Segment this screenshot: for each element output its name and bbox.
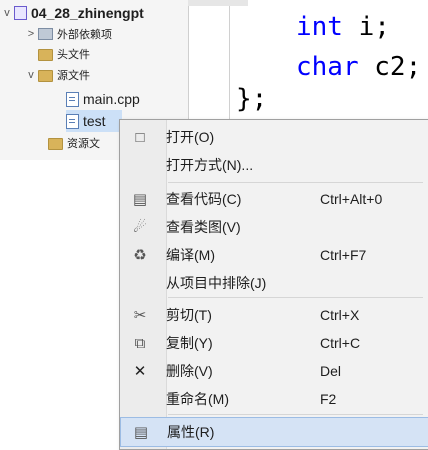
tree-row-resource-files[interactable]: 资源文 <box>48 132 100 154</box>
tree-row-project[interactable]: v 04_28_zhinengpt <box>0 2 144 24</box>
menu-item-view-class-diagram[interactable]: ☄ 查看类图(V) <box>120 212 428 242</box>
menu-item-compile[interactable]: ♻ 编译(M) Ctrl+F7 <box>120 240 428 270</box>
menu-item-shortcut: Ctrl+X <box>320 307 360 323</box>
class-diagram-icon: ☄ <box>133 219 147 236</box>
menu-item-copy[interactable]: ⧉ 复制(Y) Ctrl+C <box>120 328 428 358</box>
tree-label: 资源文 <box>67 138 100 150</box>
menu-item-shortcut: Ctrl+F7 <box>320 247 367 263</box>
menu-item-properties[interactable]: ▤ 属性(R) <box>120 417 428 447</box>
menu-item-view-code[interactable]: ▤ 查看代码(C) Ctrl+Alt+0 <box>120 184 428 214</box>
keyword: int <box>296 12 343 42</box>
cpp-file-icon <box>66 91 79 107</box>
project-icon <box>14 6 27 20</box>
menu-item-shortcut: Ctrl+Alt+0 <box>320 191 383 207</box>
tree-row-external-deps[interactable]: > 外部依赖项 <box>24 23 112 45</box>
compile-icon: ♻ <box>133 247 147 264</box>
menu-item-label: 重命名(M) <box>166 391 229 407</box>
menu-item-rename[interactable]: 重命名(M) F2 <box>120 384 428 414</box>
folder-icon <box>48 138 63 150</box>
code-line-2[interactable]: char c2; <box>296 52 421 82</box>
menu-divider <box>168 182 423 183</box>
folder-icon <box>38 49 53 61</box>
code-line-1[interactable]: int i; <box>296 12 390 42</box>
tree-row-test[interactable]: test <box>66 110 122 132</box>
menu-item-label: 删除(V) <box>166 363 213 379</box>
menu-item-shortcut: F2 <box>320 391 337 407</box>
menu-item-label: 查看代码(C) <box>166 191 242 207</box>
chevron-down-icon[interactable]: v <box>24 69 38 81</box>
menu-divider <box>168 297 423 298</box>
copy-icon: ⧉ <box>134 334 146 352</box>
menu-item-open-with[interactable]: 打开方式(N)... <box>120 150 428 180</box>
menu-item-cut[interactable]: ✂ 剪切(T) Ctrl+X <box>120 300 428 330</box>
code-closing-brace: }; <box>236 84 268 114</box>
code-text: i; <box>342 12 390 42</box>
view-code-icon: ▤ <box>132 191 148 208</box>
menu-item-delete[interactable]: ✕ 删除(V) Del <box>120 356 428 386</box>
cpp-file-icon <box>66 113 79 129</box>
project-label: 04_28_zhinengpt <box>31 5 144 21</box>
context-menu: □ 打开(O) 打开方式(N)... ▤ 查看代码(C) Ctrl+Alt+0 … <box>119 119 428 450</box>
properties-icon: ▤ <box>133 424 149 441</box>
menu-item-label: 打开方式(N)... <box>166 157 254 173</box>
menu-item-open[interactable]: □ 打开(O) <box>120 122 428 152</box>
menu-item-exclude-from-project[interactable]: 从项目中排除(J) <box>120 268 428 298</box>
menu-divider <box>168 414 423 415</box>
tree-label: main.cpp <box>83 91 140 107</box>
delete-icon: ✕ <box>133 363 147 380</box>
menu-item-label: 查看类图(V) <box>166 219 241 235</box>
open-file-icon: □ <box>135 128 145 146</box>
external-deps-icon <box>38 28 53 40</box>
menu-item-label: 编译(M) <box>166 247 215 263</box>
tree-label: 外部依赖项 <box>57 29 112 41</box>
menu-item-label: 剪切(T) <box>166 307 212 323</box>
menu-item-label: 从项目中排除(J) <box>166 275 267 291</box>
tree-row-header-files[interactable]: 头文件 <box>38 43 90 65</box>
tree-label: test <box>83 113 106 129</box>
editor-tab-strip <box>188 0 248 6</box>
chevron-right-icon[interactable]: > <box>24 28 38 40</box>
menu-item-shortcut: Del <box>320 363 342 379</box>
tree-label: 源文件 <box>57 70 90 82</box>
folder-open-icon <box>38 70 53 82</box>
tree-row-source-files[interactable]: v 源文件 <box>24 64 90 86</box>
chevron-down-icon[interactable]: v <box>0 7 14 19</box>
menu-item-shortcut: Ctrl+C <box>320 335 361 351</box>
tree-label: 头文件 <box>57 49 90 61</box>
menu-item-label: 打开(O) <box>166 129 215 145</box>
tree-row-main-cpp[interactable]: main.cpp <box>66 88 140 110</box>
keyword: char <box>296 52 359 82</box>
menu-item-label: 属性(R) <box>167 424 215 440</box>
cut-icon: ✂ <box>133 307 147 324</box>
code-text: c2; <box>358 52 422 82</box>
menu-item-label: 复制(Y) <box>166 335 213 351</box>
